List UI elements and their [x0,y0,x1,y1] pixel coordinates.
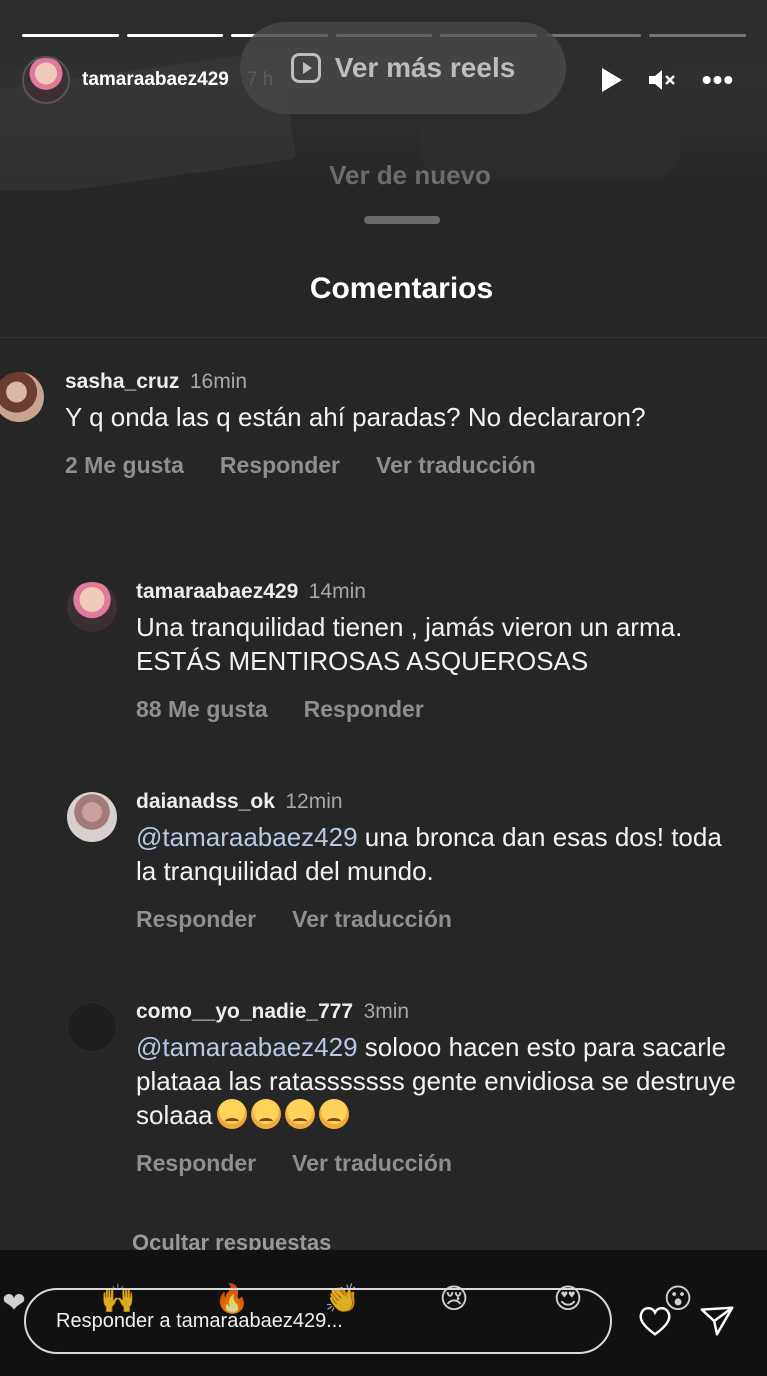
comment-username[interactable]: tamaraabaez429 [136,580,298,603]
divider [0,337,767,338]
play-icon[interactable] [598,62,626,98]
avatar[interactable] [67,792,117,842]
replay-button[interactable]: Ver de nuevo [0,160,767,190]
avatar[interactable] [67,582,117,632]
comment-actions: Responder Ver traducción [136,1150,746,1177]
comment-username[interactable]: daianadss_ok [136,790,275,813]
progress-segment [544,34,642,37]
comments-sheet: Comentarios sasha_cruz 16min Y q onda la… [0,190,767,1255]
comment-actions: 2 Me gusta Responder Ver traducción [65,452,725,479]
translate-button[interactable]: Ver traducción [292,1150,452,1177]
send-icon[interactable] [698,1302,736,1340]
reply-input-container[interactable] [24,1288,612,1354]
story-author[interactable]: tamaraabaez429 7 h [22,56,273,104]
reply-button[interactable]: Responder [304,696,424,723]
progress-segment [649,34,747,37]
avatar[interactable] [67,1002,117,1052]
comment-text: Una tranquilidad tienen , jamás vieron u… [136,612,683,676]
sheet-drag-handle[interactable] [364,216,440,224]
mute-icon[interactable] [646,62,678,98]
sheet-title: Comentarios [309,272,494,305]
progress-segment [126,34,224,37]
translate-button[interactable]: Ver traducción [292,906,452,933]
angry-emoji-icon [250,1099,281,1129]
comment-time: 12min [285,790,343,813]
angry-emoji-icon [216,1099,247,1129]
angry-emoji-icon [284,1099,315,1129]
heart-icon[interactable] [636,1302,674,1340]
comment-text: @tamaraabaez429 una bronca dan esas dos!… [136,820,746,888]
reply-button[interactable]: Responder [136,1150,256,1177]
comment-actions: 88 Me gusta Responder [136,696,746,723]
reply-input[interactable] [56,1309,576,1333]
see-more-reels-label: Ver más reels [334,52,516,83]
translate-button[interactable]: Ver traducción [376,452,536,479]
mention-link[interactable]: @tamaraabaez429 [136,1032,358,1062]
progress-segment [22,34,119,37]
comment-username[interactable]: como__yo_nadie_777 [136,1000,353,1023]
more-options-icon[interactable]: ••• [698,62,738,98]
story-viewer: tamaraabaez429 7 h Ver más reels ••• Ver… [0,0,767,190]
see-more-reels-button[interactable]: Ver más reels [240,22,566,114]
mention-link[interactable]: @tamaraabaez429 [136,822,358,852]
comment-actions: Responder Ver traducción [136,906,746,933]
comment-text: @tamaraabaez429 solooo hacen esto para s… [136,1030,746,1132]
comment-time: 3min [363,1000,410,1023]
comment-time: 14min [308,580,366,603]
mute-icon [649,70,675,90]
likes-count[interactable]: 2 Me gusta [65,452,184,479]
reply-button[interactable]: Responder [220,452,340,479]
avatar[interactable] [22,56,70,104]
story-username[interactable]: tamaraabaez429 [82,69,229,91]
angry-emoji-icon [318,1099,349,1129]
comment-text: Y q onda las q están ahí paradas? No dec… [65,402,646,432]
comment-time: 16min [189,370,248,393]
comment-username[interactable]: sasha_cruz [65,370,179,393]
reply-button[interactable]: Responder [136,906,256,933]
reels-icon [290,53,321,83]
reply-bar: ❤ 🙌 🔥 👏 😢 😍 😮 [0,1250,767,1376]
likes-count[interactable]: 88 Me gusta [136,696,268,723]
avatar[interactable] [0,372,44,422]
